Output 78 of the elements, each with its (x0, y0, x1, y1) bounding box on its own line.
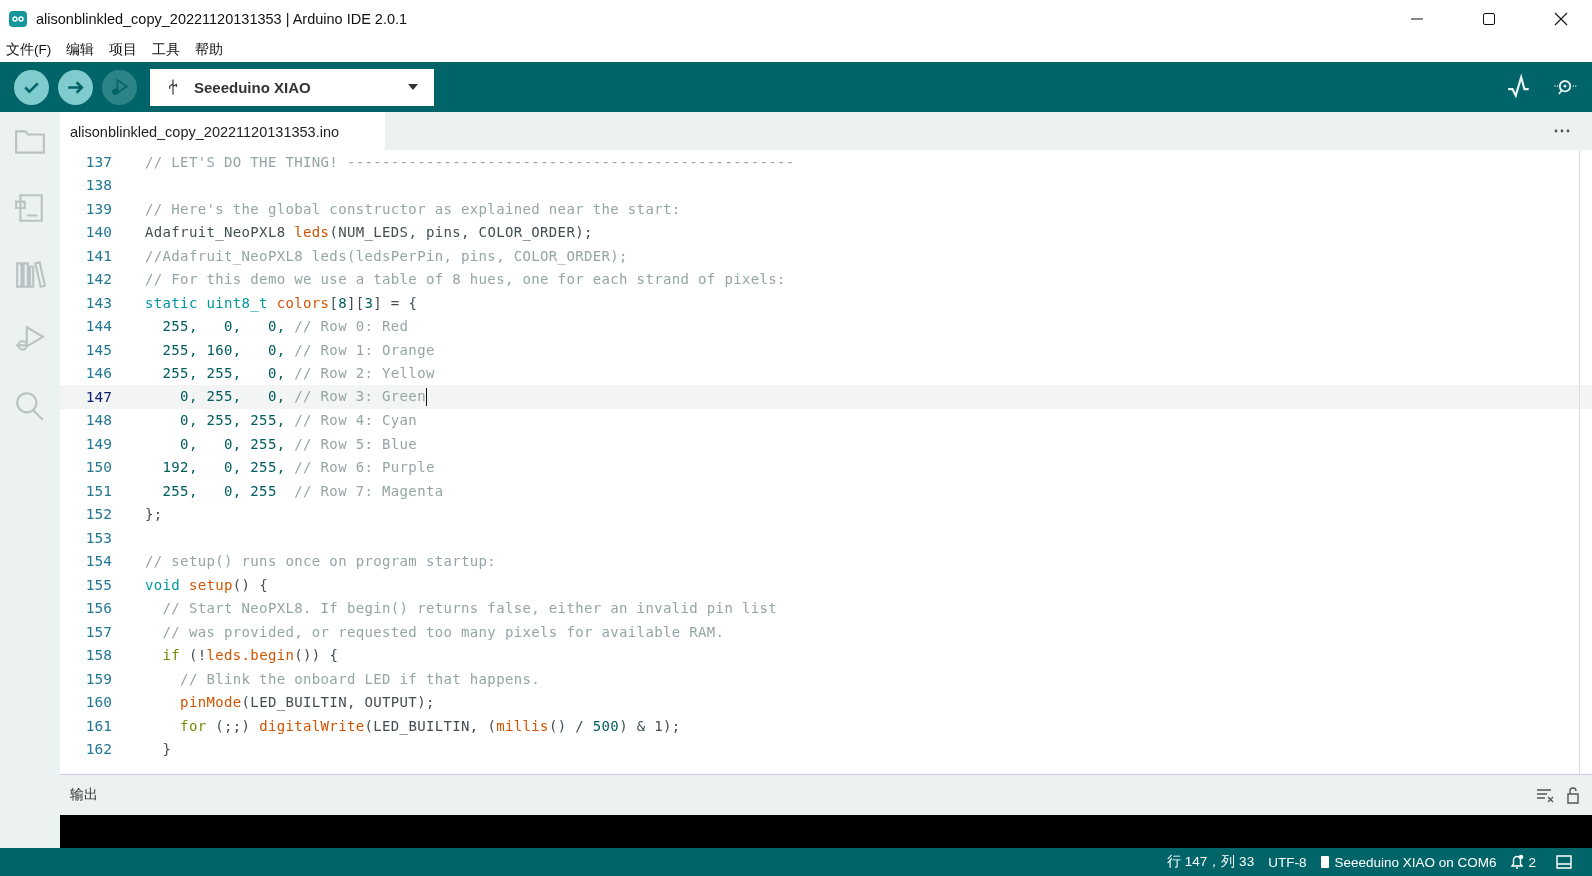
code-line: } (161, 741, 172, 758)
code-line: 0, 0, 255, // Row 5: Blue (179, 435, 418, 452)
bell-icon[interactable] (1510, 854, 1525, 870)
line-number: 138 (84, 177, 112, 194)
debug-icon (109, 76, 130, 98)
line-number: 154 (84, 553, 112, 570)
app-logo-icon (8, 9, 28, 29)
line-number: 162 (84, 741, 112, 758)
cursor-position[interactable]: 行 147，列 33 (1167, 853, 1255, 871)
code-line: // Start NeoPXL8. If begin() returns false, either an invalid pin list (161, 600, 778, 617)
serial-plotter-icon[interactable] (1506, 74, 1532, 100)
lock-icon[interactable] (1564, 786, 1582, 804)
code-line: }; (145, 506, 163, 523)
code-line: pinMode(LED_BUILTIN, OUTPUT); (179, 694, 435, 711)
line-number: 153 (84, 529, 112, 546)
line-number: 150 (84, 459, 112, 476)
menu-item[interactable]: 文件(F) (6, 41, 52, 59)
notification-count[interactable]: 2 (1528, 854, 1536, 870)
line-number: 145 (84, 341, 112, 358)
line-number: 149 (84, 435, 112, 452)
line-number: 161 (84, 717, 112, 734)
code-line: // setup() runs once on program startup: (145, 553, 497, 570)
line-number: 144 (84, 318, 112, 335)
line-number: 147 (84, 388, 112, 405)
code-line: 0, 255, 0, // Row 3: Green (179, 387, 428, 406)
code-line: static uint8_t colors[8][3] = { (145, 294, 418, 311)
board-selector[interactable]: Seeeduino XIAO (150, 68, 434, 106)
code-line: // LET'S DO THE THING! --------------------------------------------------- (145, 153, 795, 170)
code-line: //Adafruit_NeoPXL8 leds(ledsPerPin, pins, COLOR_ORDER); (145, 247, 628, 264)
line-number: 141 (84, 247, 112, 264)
code-line: // was provided, or requested too many pixels for available RAM. (161, 623, 725, 640)
verify-button[interactable] (14, 69, 49, 105)
line-number: 157 (84, 623, 112, 640)
file-tab[interactable]: alisonblinkled_copy_20221120131353.ino (60, 112, 385, 150)
upload-button[interactable] (58, 69, 93, 105)
line-number: 139 (84, 200, 112, 217)
code-line: 192, 0, 255, // Row 6: Purple (161, 459, 435, 476)
line-number: 143 (84, 294, 112, 311)
line-number: 159 (84, 670, 112, 687)
code-line: // Here's the global constructor as explained near the start: (145, 200, 681, 217)
code-line: 255, 255, 0, // Row 2: Yellow (161, 365, 435, 382)
window-title: alisonblinkled_copy_20221120131353 | Arduino IDE 2.0.1 (36, 11, 408, 27)
line-number: 140 (84, 224, 112, 241)
line-number: 156 (84, 600, 112, 617)
maximize-icon[interactable] (1482, 12, 1496, 26)
board-port[interactable]: Seeeduino XIAO on COM6 (1334, 854, 1497, 870)
code-line: 0, 255, 255, // Row 4: Cyan (179, 412, 418, 429)
line-number: 148 (84, 412, 112, 429)
caret-icon (408, 84, 418, 90)
menu-item[interactable]: 帮助 (195, 41, 224, 59)
code-line: 255, 160, 0, // Row 1: Orange (161, 341, 435, 358)
line-number: 152 (84, 506, 112, 523)
line-number: 142 (84, 271, 112, 288)
line-number: 146 (84, 365, 112, 382)
encoding[interactable]: UTF-8 (1268, 854, 1307, 870)
more-icon[interactable] (1554, 129, 1570, 133)
line-number: 160 (84, 694, 112, 711)
menu-item[interactable]: 编辑 (66, 41, 95, 59)
menu-item[interactable]: 工具 (152, 41, 181, 59)
panel-icon[interactable] (1556, 855, 1572, 869)
code-line: 255, 0, 0, // Row 0: Red (161, 318, 409, 335)
line-number: 137 (84, 153, 112, 170)
line-number: 158 (84, 647, 112, 664)
code-line: 255, 0, 255 // Row 7: Magenta (161, 482, 444, 499)
close-icon[interactable] (1554, 12, 1568, 26)
usb-icon (168, 78, 178, 96)
code-line: if (!leds.begin()) { (161, 647, 339, 664)
chip-icon (1320, 855, 1331, 869)
menu-item[interactable]: 项目 (109, 41, 138, 59)
code-line: for (;;) digitalWrite(LED_BUILTIN, (millis() / 500) & 1); (179, 717, 681, 734)
output-title: 输出 (70, 786, 98, 804)
code-line: // For this demo we use a table of 8 hues, one for each strand of pixels: (145, 271, 786, 288)
code-line: // Blink the onboard LED if that happens. (179, 670, 541, 687)
clear-output-icon[interactable] (1536, 786, 1554, 804)
code-line: void setup() { (145, 576, 268, 593)
code-line: Adafruit_NeoPXL8 leds(NUM_LEDS, pins, COLOR_ORDER); (145, 224, 593, 241)
line-number: 155 (84, 576, 112, 593)
line-number: 151 (84, 482, 112, 499)
